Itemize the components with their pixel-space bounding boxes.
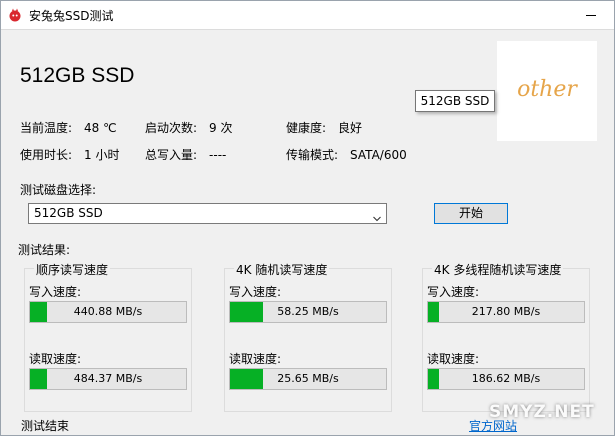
temperature-value: 48 ℃ [84,121,117,135]
chevron-down-icon[interactable] [373,210,381,222]
read-speed-label: 读取速度: [229,352,282,366]
random-4k-group: 4K 随机读写速度 写入速度: 58.25 MB/s 读取速度: 25.65 M… [224,261,392,412]
logo-text: other [517,77,577,102]
health-value: 良好 [338,121,363,135]
title-bar[interactable]: 安兔兔SSD测试 [1,1,614,30]
write-speed-bar: 217.80 MB/s [427,301,585,323]
usage-time-label: 使用时长: [20,148,73,162]
start-button[interactable]: 开始 [434,203,508,224]
app-window: 安兔兔SSD测试 512GB SSD 当前温度: 48 ℃ 启动次数: 9 次 健康… [0,0,615,436]
usage-time-info: 使用时长: 1 小时 [20,146,120,163]
total-written-label: 总写入量: [145,148,198,162]
group-title: 4K 随机读写速度 [234,261,330,278]
minimize-button[interactable] [569,1,614,29]
read-speed-bar: 484.37 MB/s [29,368,187,390]
total-written-value: ---- [209,148,227,162]
watermark: SMYZ.NET [489,402,595,422]
write-speed-label: 写入速度: [29,285,82,299]
drive-select[interactable]: 512GB SSD [28,203,387,224]
brand-logo: other [497,41,597,141]
read-speed-value: 186.62 MB/s [471,372,541,385]
health-info: 健康度: 良好 [286,119,362,136]
write-speed-label: 写入速度: [427,285,480,299]
write-speed-bar: 58.25 MB/s [229,301,387,323]
write-speed-value: 217.80 MB/s [471,305,541,318]
read-speed-value: 25.65 MB/s [277,372,339,385]
device-name: 512GB SSD [20,64,135,87]
sequential-group: 顺序读写速度 写入速度: 440.88 MB/s 读取速度: 484.37 MB… [24,261,192,412]
power-on-count-label: 启动次数: [145,121,198,135]
health-label: 健康度: [286,121,327,135]
write-speed-bar: 440.88 MB/s [29,301,187,323]
power-on-count-value: 9 次 [209,121,233,135]
window-title: 安兔兔SSD测试 [29,9,114,23]
total-written-info: 总写入量: ---- [145,146,226,163]
read-speed-label: 读取速度: [29,352,82,366]
transfer-mode-value: SATA/600 [350,148,407,162]
write-speed-value: 58.25 MB/s [277,305,339,318]
temperature-label: 当前温度: [20,121,73,135]
write-speed-label: 写入速度: [229,285,282,299]
temperature-info: 当前温度: 48 ℃ [20,119,117,136]
random-4k-multithread-group: 4K 多线程随机读写速度 写入速度: 217.80 MB/s 读取速度: 186… [422,261,590,412]
drive-select-value: 512GB SSD [34,206,103,220]
write-speed-value: 440.88 MB/s [73,305,143,318]
status-text: 测试结束 [21,419,70,433]
read-speed-bar: 186.62 MB/s [427,368,585,390]
group-title: 顺序读写速度 [34,261,111,278]
drive-select-label: 测试磁盘选择: [20,183,97,197]
app-logo-icon [8,8,22,22]
read-speed-label: 读取速度: [427,352,480,366]
results-label: 测试结果: [18,243,71,257]
power-on-count-info: 启动次数: 9 次 [145,119,233,136]
usage-time-value: 1 小时 [84,148,120,162]
read-speed-value: 484.37 MB/s [73,372,143,385]
group-title: 4K 多线程随机读写速度 [432,261,564,278]
transfer-mode-info: 传输模式: SATA/600 [286,146,407,163]
read-speed-bar: 25.65 MB/s [229,368,387,390]
device-tooltip: 512GB SSD [415,90,495,112]
transfer-mode-label: 传输模式: [286,148,339,162]
